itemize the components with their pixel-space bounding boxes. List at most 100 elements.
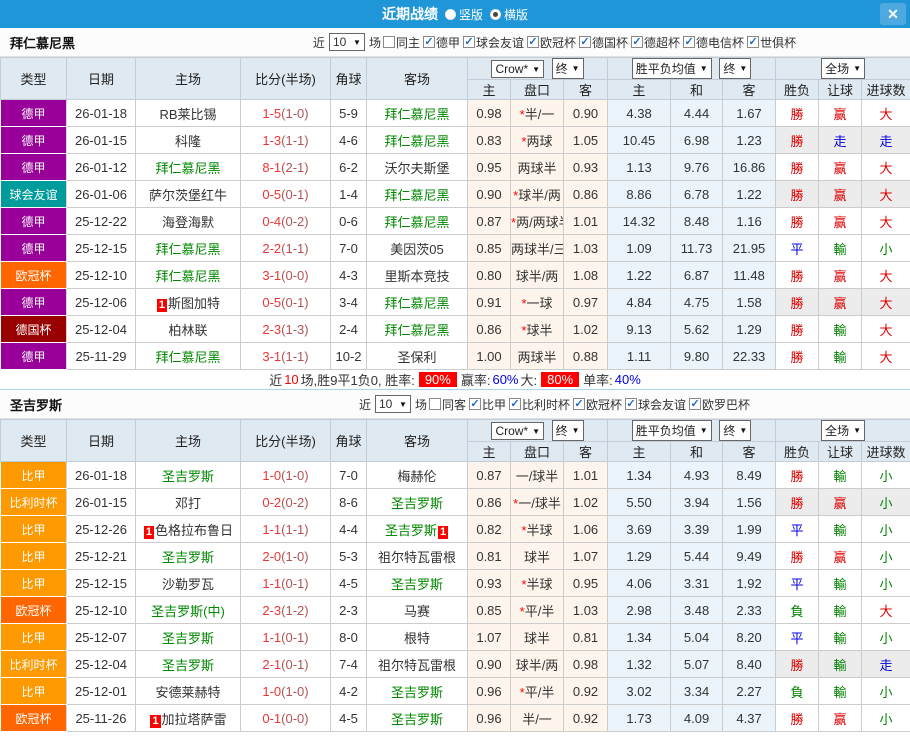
away-team-link[interactable]: 拜仁慕尼黑 (367, 100, 468, 127)
fulltime-select[interactable]: 全场▼ (821, 58, 865, 79)
corner-count: 0-6 (331, 208, 367, 235)
home-team-link[interactable]: 圣吉罗斯 (136, 624, 241, 651)
away-team-link[interactable]: 拜仁慕尼黑 (367, 208, 468, 235)
league-filter-checkbox[interactable]: ✓球会友谊 (463, 34, 524, 51)
away-team-link[interactable]: 梅赫伦 (367, 462, 468, 489)
odds-final-select[interactable]: 终▼ (552, 420, 584, 441)
result-goals: 走 (862, 127, 910, 154)
result-wdl: 勝 (776, 262, 819, 289)
away-team-link[interactable]: 沃尔夫斯堡 (367, 154, 468, 181)
home-team-link[interactable]: 1色格拉布鲁日 (136, 516, 241, 543)
subcol-odds-away: 客 (564, 442, 608, 462)
summary-bar: 近10场,胜9平1负0, 胜率:90%赢率:60%大:80%单率:40% (0, 370, 910, 389)
same-venue-checkbox[interactable]: 同客 (429, 396, 466, 413)
away-team-link[interactable]: 圣吉罗斯 (367, 705, 468, 732)
subcol-avg-draw: 和 (671, 80, 723, 100)
home-team-link[interactable]: 拜仁慕尼黑 (136, 262, 241, 289)
result-wdl: 負 (776, 678, 819, 705)
away-team-link[interactable]: 圣吉罗斯 (367, 570, 468, 597)
fulltime-select[interactable]: 全场▼ (821, 420, 865, 441)
home-team-link[interactable]: 拜仁慕尼黑 (136, 154, 241, 181)
home-team-link[interactable]: 拜仁慕尼黑 (136, 343, 241, 370)
avg-final-select[interactable]: 终▼ (719, 420, 751, 441)
league-filter-checkbox[interactable]: ✓比甲 (469, 396, 506, 413)
home-team-link[interactable]: 圣吉罗斯 (136, 651, 241, 678)
checkbox-unchecked-icon (383, 36, 395, 48)
away-team-link[interactable]: 拜仁慕尼黑 (367, 127, 468, 154)
away-team-link[interactable]: 里斯本竞技 (367, 262, 468, 289)
home-team-link[interactable]: 沙勒罗瓦 (136, 570, 241, 597)
league-filter-checkbox[interactable]: ✓德超杯 (631, 34, 680, 51)
league-filter-checkbox[interactable]: ✓球会友谊 (625, 396, 686, 413)
chevron-down-icon: ▼ (532, 65, 540, 74)
odds-source-select[interactable]: Crow*▼ (491, 60, 544, 78)
home-team-link[interactable]: 柏林联 (136, 316, 241, 343)
league-filter-checkbox[interactable]: ✓比利时杯 (509, 396, 570, 413)
league-filter-checkbox[interactable]: ✓世俱杯 (747, 34, 796, 51)
away-team-link[interactable]: 拜仁慕尼黑 (367, 316, 468, 343)
league-filter-checkbox[interactable]: ✓德甲 (423, 34, 460, 51)
match-row: 德甲26-01-12拜仁慕尼黑8-1(2-1)6-2沃尔夫斯堡0.95两球半0.… (1, 154, 910, 181)
result-goals: 小 (862, 516, 910, 543)
home-team-link[interactable]: RB莱比锡 (136, 100, 241, 127)
home-team-link[interactable]: 圣吉罗斯 (136, 543, 241, 570)
same-venue-checkbox[interactable]: 同主 (383, 34, 420, 51)
home-team-link[interactable]: 科隆 (136, 127, 241, 154)
away-team-link[interactable]: 祖尔特瓦雷根 (367, 651, 468, 678)
away-team-link[interactable]: 美因茨05 (367, 235, 468, 262)
odds-away: 0.88 (564, 343, 608, 370)
away-team-link[interactable]: 拜仁慕尼黑 (367, 181, 468, 208)
league-filter-checkbox[interactable]: ✓欧冠杯 (527, 34, 576, 51)
away-team-link[interactable]: 圣吉罗斯 (367, 678, 468, 705)
radio-horizontal-layout[interactable]: 横版 (490, 6, 528, 23)
subcol-goals-result: 进球数 (862, 80, 910, 100)
result-handicap: 輸 (819, 316, 862, 343)
chevron-down-icon: ▼ (739, 64, 747, 73)
corner-count: 4-2 (331, 678, 367, 705)
score: 2-0(1-0) (241, 543, 331, 570)
match-count-select[interactable]: 10 ▼ (375, 395, 411, 413)
away-team-link[interactable]: 圣吉罗斯 (367, 489, 468, 516)
odds-handicap: *一/球半 (511, 489, 564, 516)
radio-vertical-layout[interactable]: 竖版 (445, 6, 483, 23)
result-goals: 大 (862, 181, 910, 208)
odds-away: 0.90 (564, 100, 608, 127)
home-team-link[interactable]: 邓打 (136, 489, 241, 516)
avg-odds-select[interactable]: 胜平负均值▼ (632, 420, 712, 441)
home-team-link[interactable]: 海登海默 (136, 208, 241, 235)
away-team-link[interactable]: 拜仁慕尼黑 (367, 289, 468, 316)
home-team-link[interactable]: 圣吉罗斯 (136, 462, 241, 489)
home-team-link[interactable]: 拜仁慕尼黑 (136, 235, 241, 262)
league-filter-checkbox[interactable]: ✓德国杯 (579, 34, 628, 51)
home-team-link[interactable]: 萨尔茨堡红牛 (136, 181, 241, 208)
checkbox-checked-icon: ✓ (463, 36, 475, 48)
avg-draw: 6.98 (671, 127, 723, 154)
odds-final-select[interactable]: 终▼ (552, 58, 584, 79)
league-filter-checkbox[interactable]: ✓欧罗巴杯 (689, 396, 750, 413)
match-count-select[interactable]: 10 ▼ (329, 33, 365, 51)
odds-away: 0.93 (564, 154, 608, 181)
away-team-link[interactable]: 祖尔特瓦雷根 (367, 543, 468, 570)
away-team-link[interactable]: 根特 (367, 624, 468, 651)
away-team-link[interactable]: 马赛 (367, 597, 468, 624)
avg-odds-select[interactable]: 胜平负均值▼ (632, 58, 712, 79)
close-button[interactable]: ✕ (880, 3, 906, 25)
home-team-link[interactable]: 1斯图加特 (136, 289, 241, 316)
league-filter-checkbox[interactable]: ✓欧冠杯 (573, 396, 622, 413)
away-team-link[interactable]: 圣保利 (367, 343, 468, 370)
home-team-link[interactable]: 1加拉塔萨雷 (136, 705, 241, 732)
odds-source-select[interactable]: Crow*▼ (491, 422, 544, 440)
avg-draw: 4.44 (671, 100, 723, 127)
summary-part: 60% (492, 372, 518, 387)
league-filter-checkbox[interactable]: ✓德电信杯 (683, 34, 744, 51)
avg-final-select[interactable]: 终▼ (719, 58, 751, 79)
col-date: 日期 (67, 420, 136, 462)
odds-handicap: 两球半/三 (511, 235, 564, 262)
home-team-link[interactable]: 安德莱赫特 (136, 678, 241, 705)
home-team-link[interactable]: 圣吉罗斯(中) (136, 597, 241, 624)
match-date: 25-12-07 (67, 624, 136, 651)
away-team-link[interactable]: 圣吉罗斯1 (367, 516, 468, 543)
rank-badge: 1 (144, 526, 154, 539)
match-date: 26-01-18 (67, 462, 136, 489)
odds-handicap: *一球 (511, 289, 564, 316)
